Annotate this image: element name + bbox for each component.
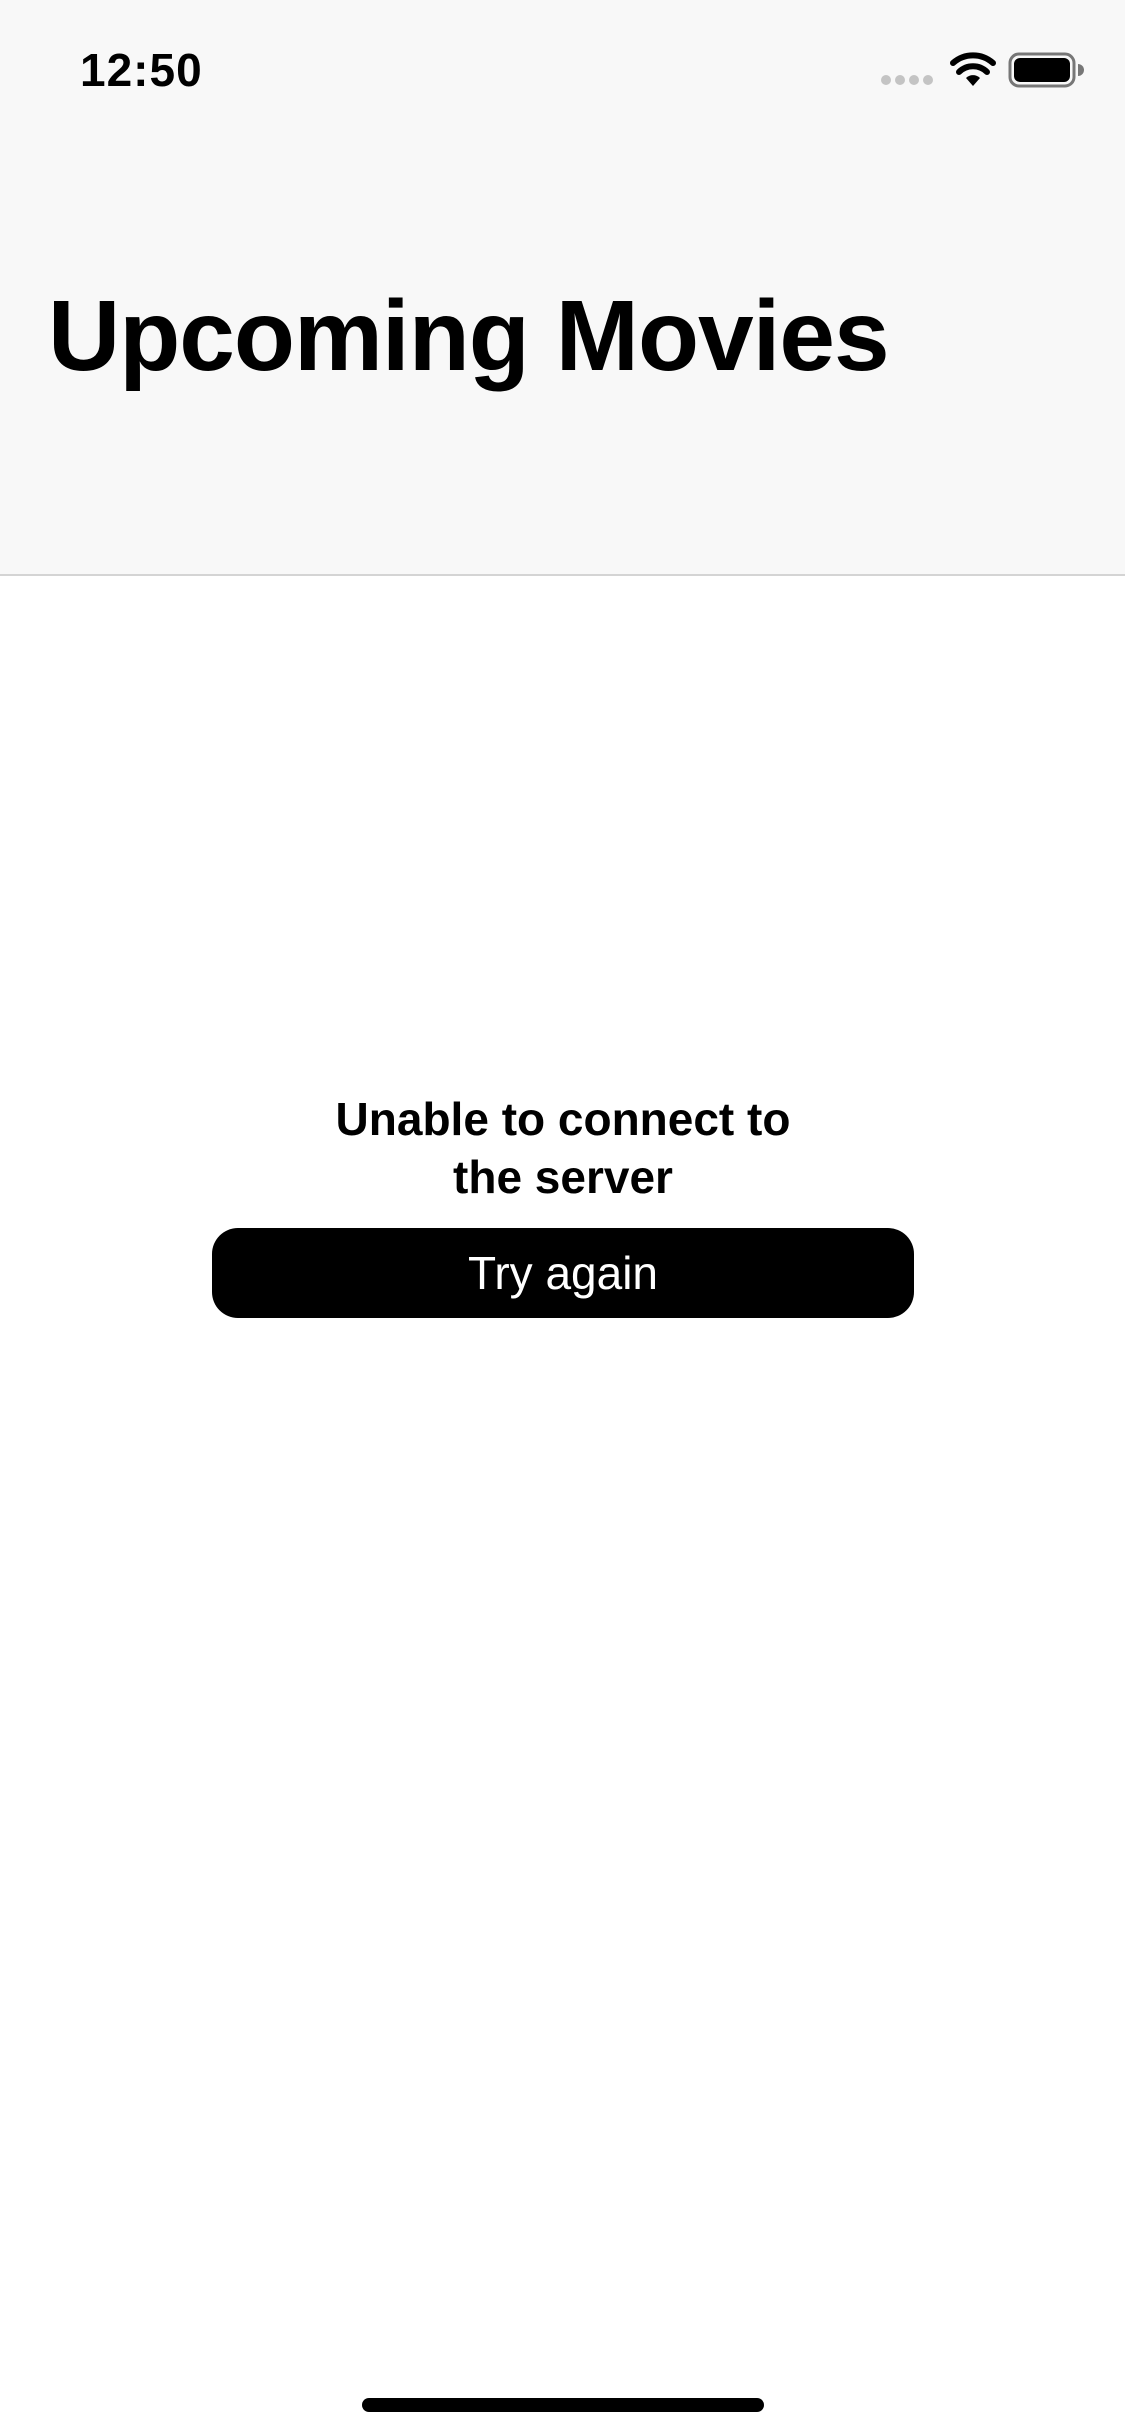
wifi-icon xyxy=(950,52,996,86)
cellular-signal-icon xyxy=(881,75,933,85)
status-bar-time: 12:50 xyxy=(80,44,203,96)
app-screen: 12:50 Upcoming Movies Unable to connect … xyxy=(0,0,1125,2436)
error-message: Unable to connect to the server xyxy=(335,1093,791,1203)
battery-icon xyxy=(1008,52,1084,88)
error-state: Unable to connect to the server Try agai… xyxy=(212,1090,914,1318)
navigation-header: 12:50 Upcoming Movies xyxy=(0,0,1125,576)
try-again-button[interactable]: Try again xyxy=(212,1228,914,1318)
home-indicator[interactable] xyxy=(362,2398,764,2412)
page-title: Upcoming Movies xyxy=(48,280,890,392)
